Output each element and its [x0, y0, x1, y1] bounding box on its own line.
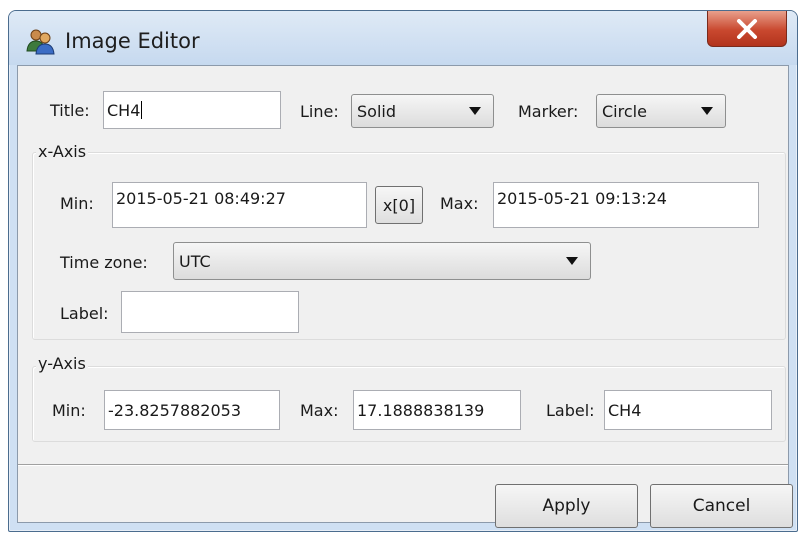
y-min-label: Min: [52, 401, 86, 420]
apply-button[interactable]: Apply [495, 484, 638, 528]
dialog-body: Title: CH4 Line: Solid Marker: Circle x-… [17, 65, 793, 528]
line-label: Line: [300, 102, 339, 121]
x-label-input[interactable] [121, 291, 299, 333]
close-icon [737, 18, 757, 39]
y-label-value: CH4 [608, 400, 642, 420]
window-title: Image Editor [65, 29, 200, 53]
x-min-label: Min: [60, 194, 94, 213]
x-max-value: 2015-05-21 09:13:24 [497, 189, 667, 208]
line-select[interactable]: Solid [351, 94, 494, 128]
x-min-value: 2015-05-21 08:49:27 [116, 189, 286, 208]
users-icon [26, 29, 55, 55]
x-axis-group-title: x-Axis [36, 142, 89, 161]
marker-select-value: Circle [602, 101, 647, 121]
text-cursor [141, 101, 143, 119]
separator [18, 464, 788, 465]
chevron-down-icon [701, 107, 713, 115]
chevron-down-icon [469, 107, 481, 115]
timezone-label: Time zone: [60, 253, 148, 272]
x-label-label: Label: [60, 304, 109, 323]
y-min-input[interactable]: -23.8257882053 [104, 390, 280, 430]
line-select-value: Solid [357, 101, 396, 121]
y-label-label: Label: [546, 401, 595, 420]
close-button[interactable] [707, 11, 787, 47]
y-label-input[interactable]: CH4 [604, 390, 772, 430]
y-max-value: 17.1888838139 [357, 400, 485, 420]
x-max-input[interactable]: 2015-05-21 09:13:24 [493, 182, 759, 228]
x-max-label: Max: [440, 194, 479, 213]
y-max-label: Max: [300, 401, 339, 420]
title-input-value: CH4 [107, 100, 141, 120]
y-axis-group-title: y-Axis [36, 354, 88, 373]
marker-label: Marker: [518, 102, 579, 121]
title-bar[interactable]: Image Editor [9, 11, 797, 65]
title-input[interactable]: CH4 [103, 91, 281, 129]
timezone-select[interactable]: UTC [173, 242, 591, 280]
y-min-value: -23.8257882053 [108, 400, 242, 420]
timezone-select-value: UTC [179, 251, 211, 271]
cancel-button[interactable]: Cancel [650, 484, 793, 528]
image-editor-window: Image Editor Title: CH4 Line: Solid Mark… [8, 10, 798, 532]
chevron-down-icon [566, 257, 578, 265]
marker-select[interactable]: Circle [596, 94, 726, 128]
title-label: Title: [50, 101, 90, 120]
y-max-input[interactable]: 17.1888838139 [353, 390, 521, 430]
x0-button[interactable]: x[0] [375, 186, 423, 224]
x-min-input[interactable]: 2015-05-21 08:49:27 [112, 182, 367, 228]
